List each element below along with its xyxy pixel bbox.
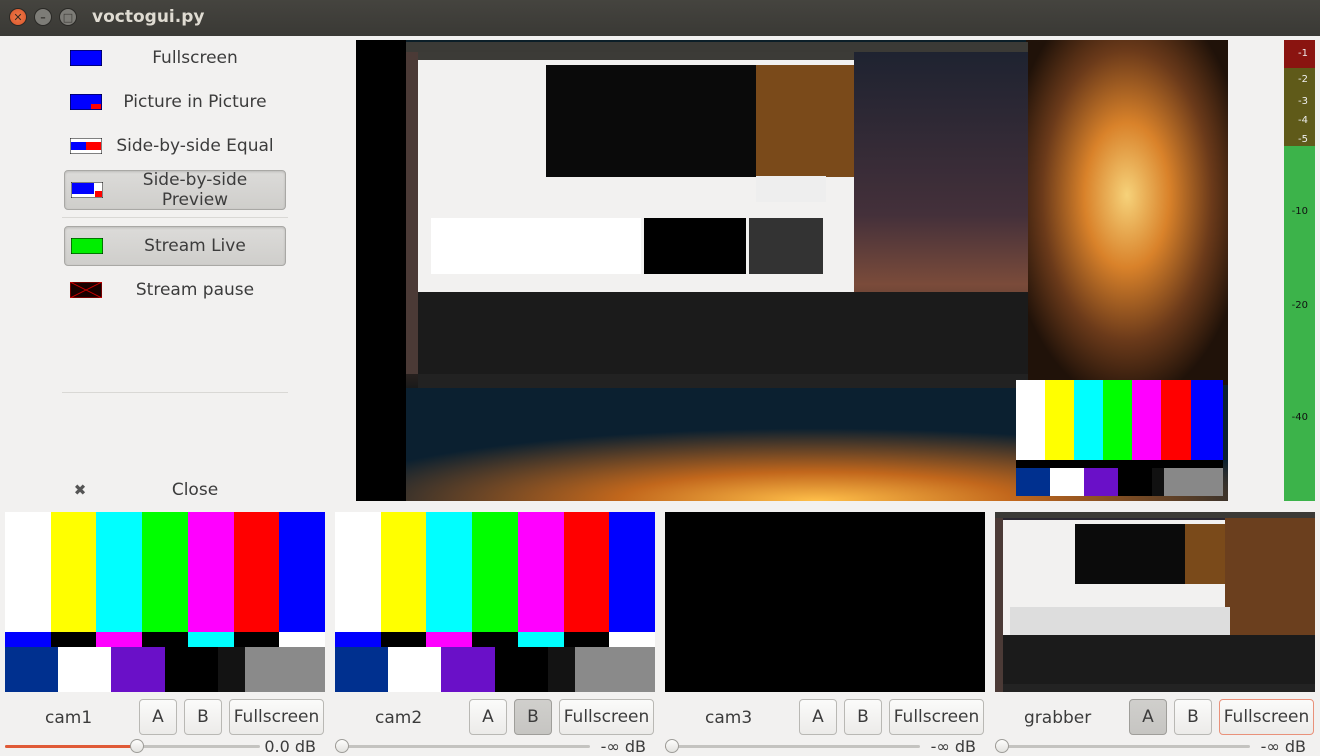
cam2-b-button[interactable]: B	[514, 699, 552, 735]
grabber-preview-video	[995, 512, 1315, 692]
cam1-volume-fill	[5, 745, 137, 748]
grabber-volume-db: -∞ dB	[1260, 737, 1306, 756]
close-button[interactable]: ✖ Close	[64, 470, 286, 510]
meter-green-zone	[1284, 146, 1315, 501]
meter-tick-label: -10	[1291, 206, 1308, 217]
meter-tick-label: -5	[1298, 134, 1308, 145]
composite-pip-icon	[70, 94, 102, 110]
window-close-button[interactable]: ✕	[9, 8, 27, 26]
nested-colorbars	[431, 218, 823, 274]
cam2-volume-slider[interactable]	[335, 739, 590, 753]
grabber-fullscreen-button[interactable]: Fullscreen	[1219, 699, 1314, 735]
audio-level-meter: -1 -2 -3 -4 -5 -10 -20 -40	[1284, 40, 1315, 501]
cam1-fullscreen-button[interactable]: Fullscreen	[229, 699, 324, 735]
composite-sbs-preview-icon	[71, 182, 103, 198]
composite-fullscreen-icon	[70, 50, 102, 66]
stream-live-button[interactable]: Stream Live	[64, 226, 286, 266]
meter-tick-label: -1	[1298, 48, 1308, 59]
composite-preview-image	[406, 40, 1228, 501]
grabber-label: grabber	[1024, 708, 1092, 728]
composite-sbs-equal-label: Side-by-side Equal	[116, 136, 274, 156]
cam1-volume-db: 0.0 dB	[264, 737, 316, 756]
composite-pip-label: Picture in Picture	[123, 92, 267, 112]
toolbar-separator	[62, 392, 288, 393]
stream-live-icon	[71, 238, 103, 254]
meter-tick-label: -4	[1298, 115, 1308, 126]
composite-sbs-preview-button[interactable]: Side-by-side Preview	[64, 170, 286, 210]
cam1-a-button[interactable]: A	[139, 699, 177, 735]
grabber-screen-capture	[995, 512, 1315, 692]
cam3-volume-knob[interactable]	[665, 739, 679, 753]
meter-tick-label: -40	[1291, 412, 1308, 423]
cam3-preview-video	[665, 512, 985, 692]
cam2-label: cam2	[375, 708, 423, 728]
toolbar-separator	[62, 217, 288, 218]
composite-sbs-preview-label: Side-by-side Preview	[142, 170, 248, 210]
composite-fullscreen-label: Fullscreen	[152, 48, 238, 68]
cam2-volume-db: -∞ dB	[600, 737, 646, 756]
cam2-a-button[interactable]: A	[469, 699, 507, 735]
window-maximize-button[interactable]: □	[59, 8, 77, 26]
grabber-volume-slider[interactable]	[995, 739, 1250, 753]
window-minimize-button[interactable]: –	[34, 8, 52, 26]
meter-tick-label: -3	[1298, 96, 1308, 107]
stream-pause-icon	[70, 282, 102, 298]
cam2-colorbars	[335, 512, 655, 692]
stream-live-label: Stream Live	[144, 236, 246, 256]
maximize-icon: □	[62, 10, 74, 24]
stream-pause-button[interactable]: Stream pause	[64, 270, 286, 310]
cam3-label: cam3	[705, 708, 753, 728]
window-title: voctogui.py	[92, 7, 205, 27]
composite-sbs-equal-button[interactable]: Side-by-side Equal	[64, 126, 286, 166]
grabber-b-button[interactable]: B	[1174, 699, 1212, 735]
cam3-volume-db: -∞ dB	[930, 737, 976, 756]
composite-toolbar: Fullscreen Picture in Picture Side-by-si…	[0, 36, 356, 506]
cam1-label: cam1	[45, 708, 93, 728]
window-titlebar: ✕ – □ voctogui.py	[0, 0, 1320, 36]
cam3-b-button[interactable]: B	[844, 699, 882, 735]
cam2-volume-knob[interactable]	[335, 739, 349, 753]
composite-preview-video	[356, 40, 1228, 501]
meter-tick-label: -2	[1298, 74, 1308, 85]
cam2-fullscreen-button[interactable]: Fullscreen	[559, 699, 654, 735]
composite-pip-button[interactable]: Picture in Picture	[64, 82, 286, 122]
cam2-preview-video	[335, 512, 655, 692]
stream-pause-label: Stream pause	[135, 280, 255, 300]
cam1-volume-knob[interactable]	[130, 739, 144, 753]
minimize-icon: –	[40, 10, 46, 24]
cam1-colorbars	[5, 512, 325, 692]
close-icon: ✖	[73, 481, 87, 499]
cam3-a-button[interactable]: A	[799, 699, 837, 735]
grabber-volume-knob[interactable]	[995, 739, 1009, 753]
cam1-preview-video	[5, 512, 325, 692]
close-x-icon: ✕	[13, 10, 23, 24]
grabber-a-button[interactable]: A	[1129, 699, 1167, 735]
cam3-volume-slider[interactable]	[665, 739, 920, 753]
meter-tick-label: -20	[1291, 300, 1308, 311]
cam1-volume-slider[interactable]	[5, 739, 260, 753]
cam3-fullscreen-button[interactable]: Fullscreen	[889, 699, 984, 735]
pip-colorbars	[1016, 380, 1223, 496]
composite-sbs-equal-icon	[70, 138, 102, 154]
composite-fullscreen-button[interactable]: Fullscreen	[64, 38, 286, 78]
close-label: Close	[171, 480, 219, 500]
cam1-b-button[interactable]: B	[184, 699, 222, 735]
